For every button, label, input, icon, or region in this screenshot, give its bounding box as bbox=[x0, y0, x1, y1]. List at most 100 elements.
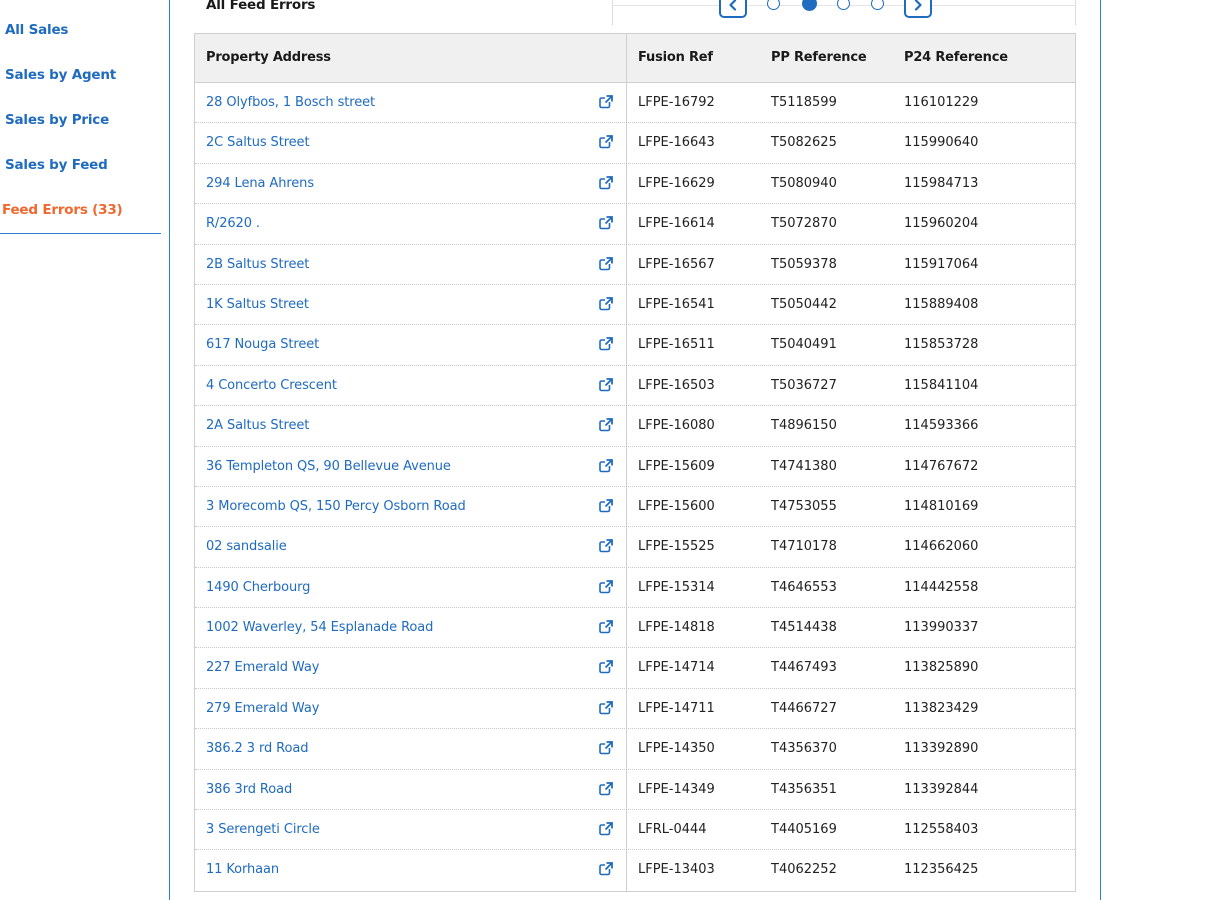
property-address-link[interactable]: 1002 Waverley, 54 Esplanade Road bbox=[206, 608, 433, 648]
external-link-icon[interactable] bbox=[599, 620, 613, 634]
table-row: 617 Nouga Street LFPE-16511 T5040491 115… bbox=[195, 325, 1075, 366]
property-address-link[interactable]: 279 Emerald Way bbox=[206, 689, 319, 729]
external-link-icon[interactable] bbox=[599, 458, 613, 473]
next-page-button[interactable] bbox=[904, 0, 932, 18]
column-divider bbox=[626, 325, 627, 365]
sidebar-item-sales-by-price[interactable]: Sales by Price bbox=[5, 112, 109, 128]
external-link-icon[interactable] bbox=[599, 579, 613, 594]
column-divider bbox=[626, 648, 627, 688]
prev-page-button[interactable] bbox=[719, 0, 747, 18]
external-link-icon[interactable] bbox=[599, 660, 613, 674]
column-divider bbox=[626, 204, 627, 244]
fusion-ref-cell: LFPE-15314 bbox=[638, 579, 715, 595]
property-address-link[interactable]: 4 Concerto Crescent bbox=[206, 366, 337, 406]
p24-reference-cell: 114810169 bbox=[904, 498, 979, 514]
column-divider bbox=[626, 810, 627, 850]
property-address-link[interactable]: 28 Olyfbos, 1 Bosch street bbox=[206, 83, 375, 123]
pp-reference-cell: T5072870 bbox=[771, 216, 837, 232]
content-left-border bbox=[169, 0, 170, 900]
table-row: 1002 Waverley, 54 Esplanade Road LFPE-14… bbox=[195, 608, 1075, 649]
external-link-icon[interactable] bbox=[599, 822, 613, 836]
table-row: 02 sandsalie LFPE-15525 T4710178 1146620… bbox=[195, 527, 1075, 568]
column-divider bbox=[626, 34, 627, 82]
external-link-icon[interactable] bbox=[599, 337, 613, 351]
external-link-icon[interactable] bbox=[599, 539, 613, 553]
external-link-icon[interactable] bbox=[599, 700, 613, 715]
property-address-link[interactable]: 3 Morecomb QS, 150 Percy Osborn Road bbox=[206, 487, 466, 527]
column-divider bbox=[626, 608, 627, 648]
external-link-icon[interactable] bbox=[599, 498, 613, 513]
pp-reference-cell: T4062252 bbox=[771, 862, 837, 878]
fusion-ref-cell: LFPE-14711 bbox=[638, 700, 715, 716]
sidebar-item-all-sales[interactable]: All Sales bbox=[5, 22, 68, 38]
property-address-link[interactable]: 386 3rd Road bbox=[206, 770, 292, 810]
chevron-right-icon bbox=[914, 0, 922, 11]
property-address-link[interactable]: 617 Nouga Street bbox=[206, 325, 319, 365]
property-address-link[interactable]: 3 Serengeti Circle bbox=[206, 810, 320, 850]
property-address-link[interactable]: 2A Saltus Street bbox=[206, 406, 309, 446]
column-divider bbox=[626, 850, 627, 891]
property-address-link[interactable]: 1490 Cherbourg bbox=[206, 568, 310, 608]
sidebar-item-sales-by-feed[interactable]: Sales by Feed bbox=[5, 157, 108, 173]
external-link-icon[interactable] bbox=[599, 781, 613, 796]
external-link-icon[interactable] bbox=[599, 175, 613, 190]
column-divider bbox=[626, 406, 627, 446]
sidebar-item-sales-by-agent[interactable]: Sales by Agent bbox=[5, 67, 116, 83]
pp-reference-cell: T5082625 bbox=[771, 135, 837, 151]
property-address-link[interactable]: 294 Lena Ahrens bbox=[206, 164, 314, 204]
p24-reference-cell: 114593366 bbox=[904, 418, 979, 434]
external-link-icon[interactable] bbox=[599, 377, 613, 392]
property-address-link[interactable]: 36 Templeton QS, 90 Bellevue Avenue bbox=[206, 447, 451, 487]
external-link-icon[interactable] bbox=[599, 216, 613, 230]
fusion-ref-cell: LFPE-16643 bbox=[638, 135, 715, 151]
external-link-icon[interactable] bbox=[599, 256, 613, 271]
column-divider bbox=[626, 163, 627, 204]
column-divider bbox=[626, 729, 627, 769]
column-divider bbox=[626, 446, 627, 486]
pp-reference-cell: T4514438 bbox=[771, 620, 837, 636]
property-address-link[interactable]: 02 sandsalie bbox=[206, 527, 287, 567]
external-link-icon[interactable] bbox=[599, 418, 613, 432]
table-body: 28 Olyfbos, 1 Bosch street LFPE-16792 T5… bbox=[195, 83, 1075, 891]
table-row: 1K Saltus Street LFPE-16541 T5050442 115… bbox=[195, 284, 1075, 326]
pp-reference-cell: T4753055 bbox=[771, 498, 837, 514]
property-address-link[interactable]: R/2620 . bbox=[206, 204, 260, 244]
table-header: Property Address Fusion Ref PP Reference… bbox=[195, 34, 1075, 83]
column-divider bbox=[626, 123, 627, 163]
table-row: 2A Saltus Street LFPE-16080 T4896150 114… bbox=[195, 406, 1075, 447]
p24-reference-cell: 113392890 bbox=[904, 741, 979, 757]
external-link-icon[interactable] bbox=[599, 135, 613, 149]
pp-reference-cell: T5040491 bbox=[771, 337, 837, 353]
fusion-ref-cell: LFPE-14818 bbox=[638, 620, 715, 636]
table-row: 279 Emerald Way LFPE-14711 T4466727 1138… bbox=[195, 688, 1075, 730]
p24-reference-cell: 112558403 bbox=[904, 822, 979, 838]
external-link-icon[interactable] bbox=[599, 862, 613, 876]
property-address-link[interactable]: 11 Korhaan bbox=[206, 850, 279, 890]
external-link-icon[interactable] bbox=[599, 95, 613, 109]
p24-reference-cell: 112356425 bbox=[904, 862, 979, 878]
external-link-icon[interactable] bbox=[599, 296, 613, 311]
table-row: R/2620 . LFPE-16614 T5072870 115960204 bbox=[195, 204, 1075, 245]
fusion-ref-cell: LFPE-16080 bbox=[638, 418, 715, 434]
pp-reference-cell: T4467493 bbox=[771, 660, 837, 676]
p24-reference-cell: 115960204 bbox=[904, 216, 979, 232]
property-address-link[interactable]: 2B Saltus Street bbox=[206, 245, 309, 285]
column-divider bbox=[626, 769, 627, 810]
fusion-ref-cell: LFPE-16511 bbox=[638, 337, 715, 353]
p24-reference-cell: 115841104 bbox=[904, 377, 979, 393]
table-row: 4 Concerto Crescent LFPE-16503 T5036727 … bbox=[195, 365, 1075, 407]
property-address-link[interactable]: 2C Saltus Street bbox=[206, 123, 310, 163]
column-divider bbox=[626, 284, 627, 325]
pp-reference-cell: T4896150 bbox=[771, 418, 837, 434]
property-address-link[interactable]: 1K Saltus Street bbox=[206, 285, 309, 325]
p24-reference-cell: 114767672 bbox=[904, 458, 979, 474]
external-link-icon[interactable] bbox=[599, 741, 613, 755]
fusion-ref-cell: LFPE-16792 bbox=[638, 95, 715, 110]
fusion-ref-cell: LFPE-15600 bbox=[638, 498, 715, 514]
property-address-link[interactable]: 227 Emerald Way bbox=[206, 648, 319, 688]
table-row: 227 Emerald Way LFPE-14714 T4467493 1138… bbox=[195, 648, 1075, 689]
chevron-left-icon bbox=[729, 0, 737, 11]
property-address-link[interactable]: 386.2 3 rd Road bbox=[206, 729, 308, 769]
sidebar-item-feed-errors[interactable]: Feed Errors (33) bbox=[2, 202, 123, 218]
column-divider bbox=[626, 83, 627, 123]
